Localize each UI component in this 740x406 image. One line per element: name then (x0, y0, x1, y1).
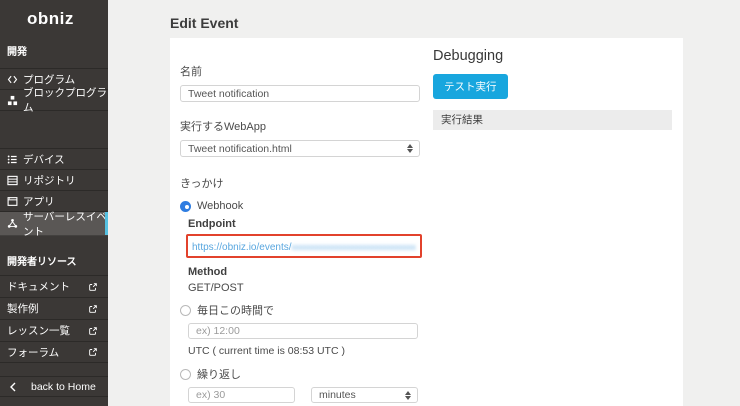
daily-time-input[interactable] (188, 323, 418, 339)
sidebar-item-label: ブロックプログラム (23, 85, 108, 115)
name-label: 名前 (180, 63, 420, 79)
endpoint-url-link[interactable]: https://obniz.io/events/ (192, 242, 292, 253)
sidebar-item-label: レッスン一覧 (7, 323, 70, 338)
sidebar-item-documents[interactable]: ドキュメント (0, 275, 108, 297)
repository-icon (7, 175, 18, 186)
chevron-left-icon (9, 382, 17, 392)
sidebar-dev-group: プログラム ブロックプログラム (0, 68, 108, 111)
main-content: Edit Event 名前 実行するWebApp Tweet notificat… (108, 0, 740, 406)
sidebar: obniz 開発 プログラム ブロックプログラム デバイス リ (0, 0, 108, 406)
webapp-select-value: Tweet notification.html (188, 143, 407, 155)
event-form: 名前 実行するWebApp Tweet notification.html きっ… (180, 38, 420, 406)
webapp-select[interactable]: Tweet notification.html (180, 140, 420, 157)
method-value: GET/POST (188, 282, 418, 294)
debugging-panel: Debugging テスト実行 実行結果 (433, 38, 672, 130)
repeat-unit-select[interactable]: minutes (311, 387, 418, 403)
radio-unselected-icon (180, 369, 191, 380)
sidebar-item-forum[interactable]: フォーラム (0, 341, 108, 363)
sidebar-item-serverless-events[interactable]: サーバーレスイベント (0, 212, 108, 236)
sidebar-section-dev: 開発 (0, 43, 108, 58)
sidebar-item-lessons[interactable]: レッスン一覧 (0, 319, 108, 341)
utc-note: UTC ( current time is 08:53 UTC ) (188, 345, 418, 357)
trigger-label: きっかけ (180, 175, 420, 191)
sidebar-spacer (0, 111, 108, 138)
webhook-radio[interactable]: Webhook (180, 200, 420, 212)
daily-time-radio[interactable]: 毎日この時間で (180, 302, 420, 318)
sidebar-item-devices[interactable]: デバイス (0, 149, 108, 170)
debugging-title: Debugging (433, 48, 672, 64)
sidebar-item-label: リポジトリ (23, 173, 76, 188)
endpoint-token-blurred: xxxxxxxxxxxxxxxxxxxxxxxxxxxxxxx (292, 242, 416, 252)
external-link-icon (88, 326, 98, 336)
apps-icon (7, 196, 18, 207)
method-label: Method (188, 266, 418, 278)
obniz-logo[interactable]: obniz (0, 0, 108, 29)
sidebar-section-resources: 開発者リソース (0, 253, 108, 275)
back-to-home-button[interactable]: back to Home (0, 376, 108, 397)
code-icon (7, 74, 18, 85)
blocks-icon (7, 95, 18, 106)
sidebar-item-label: デバイス (23, 152, 65, 167)
back-to-home-label: back to Home (31, 381, 96, 393)
serverless-icon (7, 218, 18, 229)
sidebar-item-block-program[interactable]: ブロックプログラム (0, 90, 108, 111)
external-link-icon (88, 304, 98, 314)
select-stepper-icon (407, 144, 413, 153)
devices-icon (7, 154, 18, 165)
sidebar-item-label: アプリ (23, 194, 55, 209)
repeat-radio[interactable]: 繰り返し (180, 366, 420, 382)
webapp-label: 実行するWebApp (180, 118, 420, 134)
radio-selected-icon (180, 201, 191, 212)
external-link-icon (88, 347, 98, 357)
sidebar-item-label: 製作例 (7, 301, 39, 316)
sidebar-item-label: フォーラム (7, 345, 59, 360)
endpoint-label: Endpoint (188, 218, 418, 230)
sidebar-resources-group: ドキュメント 製作例 レッスン一覧 フォーラム (0, 275, 108, 363)
sidebar-item-examples[interactable]: 製作例 (0, 297, 108, 319)
radio-unselected-icon (180, 305, 191, 316)
page-title: Edit Event (170, 15, 238, 31)
select-stepper-icon (405, 391, 411, 400)
sidebar-item-label: ドキュメント (7, 279, 70, 294)
edit-event-card: 名前 実行するWebApp Tweet notification.html きっ… (170, 38, 683, 406)
repeat-interval-input[interactable] (188, 387, 295, 403)
sidebar-tools-group: デバイス リポジトリ アプリ サーバーレスイベント (0, 148, 108, 236)
sidebar-item-repository[interactable]: リポジトリ (0, 170, 108, 191)
endpoint-url-highlight[interactable]: https://obniz.io/events/xxxxxxxxxxxxxxxx… (186, 234, 422, 258)
result-header: 実行結果 (433, 110, 672, 130)
sidebar-item-label: サーバーレスイベント (23, 209, 108, 239)
run-test-button[interactable]: テスト実行 (433, 74, 508, 99)
external-link-icon (88, 282, 98, 292)
name-input[interactable] (180, 85, 420, 102)
repeat-unit-value: minutes (319, 389, 405, 401)
